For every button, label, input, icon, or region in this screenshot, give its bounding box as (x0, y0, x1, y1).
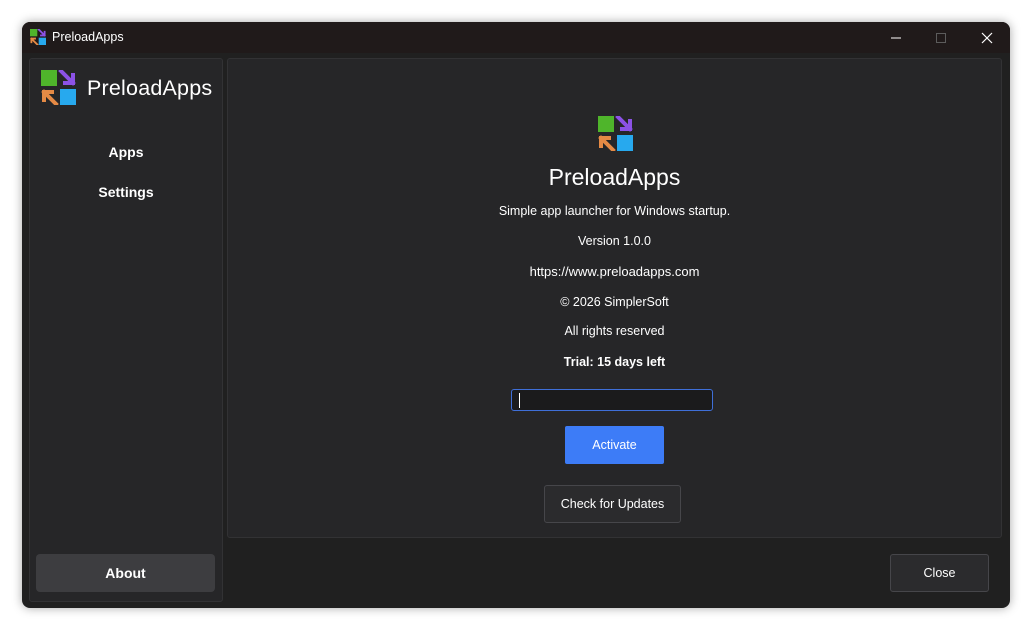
title-bar[interactable]: PreloadApps (22, 22, 1010, 53)
version-text: Version 1.0.0 (578, 234, 651, 248)
license-key-input[interactable] (511, 389, 713, 411)
close-icon (981, 32, 993, 43)
check-updates-button[interactable]: Check for Updates (544, 485, 681, 523)
minimize-button[interactable] (873, 22, 919, 53)
brand-logo-icon (41, 70, 76, 105)
about-panel: PreloadApps Simple app launcher for Wind… (227, 58, 1002, 538)
activate-button[interactable]: Activate (565, 426, 664, 464)
sidebar: PreloadApps Apps Settings About (29, 58, 223, 602)
rights-text: All rights reserved (564, 324, 665, 338)
window-title: PreloadApps (52, 30, 124, 44)
maximize-button[interactable] (918, 22, 964, 53)
brand-name: PreloadApps (87, 76, 213, 100)
sidebar-item-settings[interactable]: Settings (30, 184, 222, 200)
sidebar-item-apps[interactable]: Apps (30, 144, 222, 160)
close-window-button[interactable] (964, 22, 1010, 53)
website-link[interactable]: https://www.preloadapps.com (228, 264, 1001, 279)
app-window: PreloadApps PreloadApps Apps Settings Ab… (22, 22, 1010, 608)
minimize-icon (891, 37, 901, 38)
trial-status: Trial: 15 days left (563, 355, 666, 369)
sidebar-item-about[interactable]: About (36, 554, 215, 592)
product-tagline: Simple app launcher for Windows startup. (498, 204, 731, 218)
app-logo-icon (30, 29, 46, 45)
product-name: PreloadApps (548, 164, 681, 190)
close-button[interactable]: Close (890, 554, 989, 592)
text-caret (519, 393, 520, 408)
copyright-text: © 2026 SimplerSoft (560, 295, 669, 309)
product-logo-icon (598, 116, 633, 151)
maximize-icon (936, 32, 946, 43)
